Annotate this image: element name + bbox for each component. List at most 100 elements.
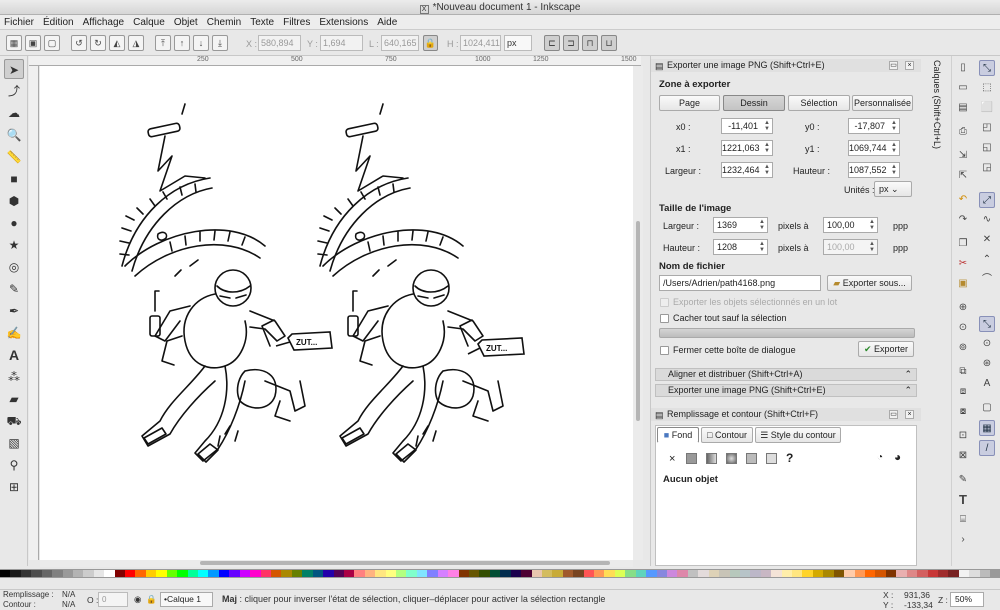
flat-color-icon[interactable] [686,453,697,464]
palette-swatch[interactable] [198,570,209,577]
palette-swatch[interactable] [125,570,136,577]
lock-icon[interactable]: 🔒 [423,35,438,51]
node-tool-icon[interactable]: ⤴ [4,81,24,101]
area-height-input[interactable]: 1087,552 ▲ ▼ [848,162,900,178]
palette-swatch[interactable] [729,570,740,577]
star-tool-icon[interactable]: ★ [4,235,24,255]
palette-swatch[interactable] [479,570,490,577]
zoom-page-icon[interactable]: ⊚ [955,340,971,356]
y1-input[interactable]: 1069,744 ▲ ▼ [848,140,900,156]
height-input[interactable]: 1024,411 [460,35,501,51]
redo-icon[interactable]: ↷ [955,212,971,228]
snap-text-baseline-icon[interactable]: A [979,376,995,392]
dpi-x-input[interactable]: 100,00 ▲ ▼ [823,217,878,233]
palette-swatch[interactable] [156,570,167,577]
palette-swatch[interactable] [406,570,417,577]
palette-swatch[interactable] [291,570,303,577]
palette-swatch[interactable] [343,570,355,577]
scale-stroke-icon[interactable]: ⊏ [544,35,560,51]
snap-center-icon[interactable]: ⊙ [979,336,995,352]
palette-swatch[interactable] [0,570,11,577]
zoom-input[interactable]: 50% [950,592,984,607]
palette-swatch[interactable] [458,570,469,577]
palette-swatch[interactable] [52,570,63,577]
palette-swatch[interactable] [552,570,563,577]
palette-swatch[interactable] [667,570,678,577]
tab-fill[interactable]: ■ Fond [657,427,699,443]
align-panel-collapsed[interactable]: Aligner et distribuer (Shift+Ctrl+A) ⌃ [655,368,917,381]
unlink-clone-icon[interactable]: ⧇ [955,404,971,420]
fill-stroke-icon[interactable]: ✎ [955,472,971,488]
selector-tool-icon[interactable]: ➤ [4,59,24,79]
snap-others-icon[interactable]: ⤡ [979,316,995,332]
palette-swatch[interactable] [104,570,115,577]
export-panel-collapsed[interactable]: Exporter une image PNG (Shift+Ctrl+E) ⌃ [655,384,917,397]
palette-swatch[interactable] [854,570,866,577]
palette-swatch[interactable] [187,570,199,577]
palette-swatch[interactable] [781,570,793,577]
snap-grid-icon[interactable]: ▦ [979,420,995,436]
menu-calque[interactable]: Calque [133,17,165,28]
palette-swatch[interactable] [885,570,897,577]
layer-select[interactable]: •Calque 1 [160,592,213,607]
close-dialog-checkbox[interactable] [660,346,669,355]
snap-intersection-icon[interactable]: ✕ [979,232,995,248]
palette-swatch[interactable] [62,570,73,577]
connector-tool-icon[interactable]: ⊞ [4,477,24,497]
rotate-cw-icon[interactable]: ↻ [90,35,106,51]
palette-swatch[interactable] [239,570,251,577]
snap-page-border-icon[interactable]: ▢ [979,400,995,416]
menu-extensions[interactable]: Extensions [319,17,368,28]
palette-swatch[interactable] [229,570,240,577]
palette-swatch[interactable] [792,570,803,577]
layers-dock-tab[interactable]: Calques (Shift+Ctrl+L) [924,60,942,149]
undo-icon[interactable]: ↶ [955,192,971,208]
open-icon[interactable]: ▭ [955,80,971,96]
palette-swatch[interactable] [302,570,313,577]
export-button[interactable]: ✔ Exporter [858,341,914,357]
palette-swatch[interactable] [646,570,657,577]
y0-input[interactable]: -17,807 ▲ ▼ [848,118,900,134]
zone-custom-button[interactable]: Personnalisée [852,95,913,111]
opacity-input[interactable]: 0 [98,592,128,607]
area-width-input[interactable]: 1232,464 ▲ ▼ [721,162,773,178]
ungroup-icon[interactable]: ⊠ [955,448,971,464]
palette-swatch[interactable] [312,570,324,577]
zoom-tool-icon[interactable]: 🔍 [4,125,24,145]
snap-bbox-icon[interactable]: ⬚ [979,80,995,96]
palette-swatch[interactable] [83,570,94,577]
palette-swatch[interactable] [20,570,32,577]
palette-swatch[interactable] [896,570,907,577]
chevron-right-icon[interactable]: › [955,532,971,548]
palette-swatch[interactable] [948,570,959,577]
y-input[interactable]: 1,694 [320,35,363,51]
scale-corners-icon[interactable]: ⊐ [563,35,579,51]
panel-iconify-icon[interactable]: ▭ [889,410,898,419]
palette-swatch[interactable] [416,570,428,577]
x-input[interactable]: 580,894 [258,35,301,51]
vertical-scrollbar[interactable] [633,66,643,560]
unit-select[interactable]: px [504,35,532,51]
palette-swatch[interactable] [573,570,584,577]
ellipse-tool-icon[interactable]: ● [4,213,24,233]
palette-swatch[interactable] [375,570,386,577]
palette-swatch[interactable] [114,570,126,577]
palette-swatch[interactable] [208,570,219,577]
palette-swatch[interactable] [625,570,636,577]
tab-stroke[interactable]: □ Contour [701,427,753,443]
text-tool-icon[interactable]: A [4,345,24,365]
palette-swatch[interactable] [698,570,709,577]
export-as-button[interactable]: ▰ Exporter sous... [827,275,912,291]
palette-swatch[interactable] [604,570,615,577]
palette-swatch[interactable] [333,570,344,577]
pencil-tool-icon[interactable]: ✎ [4,279,24,299]
snap-cusp-icon[interactable]: ⌃ [979,252,995,268]
canvas[interactable]: ZUT... ZUT... [40,66,633,560]
palette-swatch[interactable] [145,570,157,577]
fill-rule-nonzero-icon[interactable]: ◕ [894,450,901,464]
zoom-drawing-icon[interactable]: ⊙ [955,320,971,336]
save-icon[interactable]: ▤ [955,100,971,116]
palette-swatch[interactable] [166,570,178,577]
flip-vertical-icon[interactable]: ◮ [128,35,144,51]
palette-swatch[interactable] [719,570,730,577]
